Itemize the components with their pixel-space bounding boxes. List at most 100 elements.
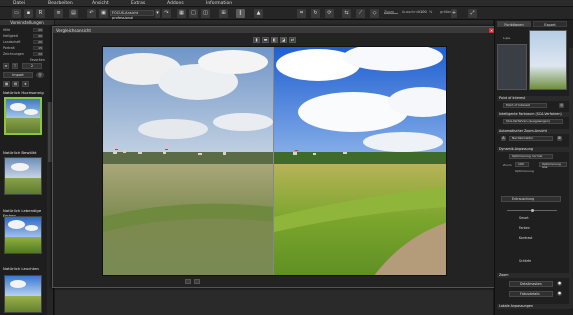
menu-information[interactable]: Information	[206, 1, 232, 6]
menu-file[interactable]: Datei	[13, 1, 25, 6]
preset-category-row[interactable]: Landschaft 20	[3, 40, 47, 44]
split-horizontal-icon[interactable]: ▬	[262, 37, 269, 43]
app-window: Datei Bearbeiten Ansicht Extras Addons I…	[0, 0, 573, 315]
tab-export[interactable]: Export	[533, 21, 567, 27]
grid-icon[interactable]: ▦	[3, 81, 10, 87]
histogram-icon[interactable]: ▲	[254, 9, 263, 18]
favoriten-label[interactable]: Favoriten	[30, 58, 50, 62]
tool-label: Detailmasken	[520, 282, 542, 286]
section-header[interactable]: Intelligente Farbraum (SCA-Verfahren)	[497, 112, 571, 117]
filter-value[interactable]: 2	[22, 63, 42, 69]
ausschnitt-label: Ausschnitt	[402, 10, 421, 14]
before-view-icon[interactable]	[185, 279, 191, 284]
import-button[interactable]: Import	[3, 72, 33, 78]
preset-dropdown[interactable]: FOCUS-Ansicht professional	[110, 10, 154, 20]
split-vertical-icon[interactable]: ▮	[253, 37, 260, 43]
split-divider[interactable]	[273, 47, 274, 275]
tool-kontrast[interactable]: Kontrast	[509, 236, 557, 242]
print-icon[interactable]: ▤	[69, 9, 78, 18]
preset-category-row[interactable]: Zeichnungen 20	[3, 52, 47, 56]
rotate-free-icon[interactable]: ⟳	[325, 9, 334, 18]
functions-scrollbar[interactable]	[569, 48, 573, 308]
tool-detailmasken[interactable]: Detailmasken	[509, 281, 553, 287]
star-icon[interactable]: ★	[22, 81, 29, 87]
auto-icon[interactable]: A	[501, 136, 506, 141]
zoom-slider[interactable]	[384, 13, 398, 14]
section-header[interactable]: Point of Interest	[497, 96, 571, 101]
optimierung-dropdown[interactable]: Optimierung aus	[539, 162, 567, 169]
sca-dropdown[interactable]: SCA-Verfahren (ausgewogen)	[503, 119, 563, 124]
split-view-icon[interactable]: ◫	[201, 9, 210, 18]
after-view-icon[interactable]	[194, 279, 200, 284]
preset-thumbnail[interactable]	[4, 216, 42, 254]
section-header[interactable]: Dynamik-Anpassung	[497, 147, 571, 152]
row-value: 20	[33, 34, 43, 38]
tool-schaerfe[interactable]: Schärfe	[509, 259, 557, 265]
list-icon[interactable]: ▤	[12, 81, 19, 87]
dropdown-arrow-icon[interactable]: ▾	[155, 9, 160, 18]
navigator-preview[interactable]	[497, 44, 527, 90]
groesser-label: größer	[440, 10, 452, 14]
zoom-value[interactable]: 100	[515, 162, 529, 167]
dynamic-dropdown[interactable]: Optimierung normal	[509, 154, 553, 159]
swap-icon[interactable]: ⇄	[289, 37, 296, 43]
zoom-value[interactable]: 100	[420, 10, 427, 14]
dialog-title: Vergleichsansicht	[56, 28, 91, 33]
single-view-icon[interactable]: □	[189, 9, 198, 18]
row-value: 20	[33, 52, 43, 56]
open-folder-icon[interactable]: ▭	[12, 9, 21, 18]
loupe-preview[interactable]	[529, 30, 567, 90]
preset-category-row[interactable]: Helligkeit 20	[3, 34, 47, 38]
section-header[interactable]: Zoom	[497, 273, 571, 278]
crop-icon[interactable]: ⌗	[297, 9, 306, 18]
tool-smart[interactable]: Smart	[509, 216, 557, 222]
footer-header[interactable]: Lokale Anpassungen	[497, 304, 571, 309]
filter-icon[interactable]: ▽	[12, 63, 18, 69]
grid-view-icon[interactable]: ▦	[177, 9, 186, 18]
perspective-icon[interactable]: ◇	[370, 9, 379, 18]
comparison-photo[interactable]	[102, 46, 447, 276]
straighten-icon[interactable]: ⟋	[356, 9, 365, 18]
compare-icon[interactable]: ⊞	[219, 9, 228, 18]
tool-entrauschung[interactable]: Entrauschung	[501, 196, 561, 202]
side-by-side-icon[interactable]: ◧	[271, 37, 278, 43]
section-header[interactable]: Automatischer Zoom-Ansicht	[497, 129, 571, 134]
preset-thumbnail[interactable]	[4, 275, 42, 313]
raw-icon[interactable]: R	[36, 9, 45, 18]
side-by-side-icon[interactable]: ∥	[236, 9, 245, 18]
undo-icon[interactable]: ↶	[87, 9, 96, 18]
settings-icon[interactable]: ⚙	[557, 136, 562, 141]
preset-thumbnail[interactable]	[4, 97, 42, 135]
auto-zoom-dropdown[interactable]: Nachkorrektur	[509, 136, 553, 141]
slider-knob[interactable]	[531, 209, 534, 212]
menu-view[interactable]: Ansicht	[92, 1, 109, 6]
tool-fokusdetails[interactable]: Fokusdetails	[509, 291, 553, 297]
tool-farben[interactable]: Farben	[509, 226, 557, 232]
dialog-titlebar[interactable]: Vergleichsansicht ✕	[53, 27, 496, 34]
tab-functions[interactable]: Funktionen	[497, 21, 531, 27]
redo-icon[interactable]: ↷	[162, 9, 171, 18]
zoom-in-icon[interactable]: +	[451, 9, 457, 18]
menu-addons[interactable]: Addons	[167, 1, 184, 6]
fullscreen-icon[interactable]: ⤢	[468, 9, 477, 18]
search-icon[interactable]: @	[36, 72, 44, 78]
menu-extras[interactable]: Extras	[131, 1, 145, 6]
menu-edit[interactable]: Bearbeiten	[48, 1, 73, 6]
view-toggle-icon[interactable]: ▣	[99, 9, 108, 18]
compare-dialog: Vergleichsansicht ✕ ▮ ▬ ◧ ◪ ⇄	[52, 26, 497, 288]
overlay-icon[interactable]: ◪	[280, 37, 287, 43]
rotate-icon[interactable]: ↻	[311, 9, 320, 18]
detail-toggle-icon[interactable]: ●	[557, 281, 562, 286]
poi-icon[interactable]: ◎	[559, 103, 564, 108]
preset-category-row[interactable]: Hilfe 20	[3, 28, 47, 32]
focus-toggle-icon[interactable]: ●	[557, 291, 562, 296]
preset-category-row[interactable]: Portrait 15	[3, 46, 47, 50]
poi-field[interactable]: Point of Interest	[503, 103, 547, 108]
row-value: 20	[33, 28, 43, 32]
save-icon[interactable]: ▪	[24, 9, 33, 18]
lupe-label: Lupe	[503, 36, 511, 40]
flip-icon[interactable]: ⇆	[342, 9, 351, 18]
list-view-icon[interactable]: ≡	[3, 63, 9, 69]
preset-thumbnail[interactable]	[4, 157, 42, 195]
batch-icon[interactable]: ≡	[54, 9, 63, 18]
